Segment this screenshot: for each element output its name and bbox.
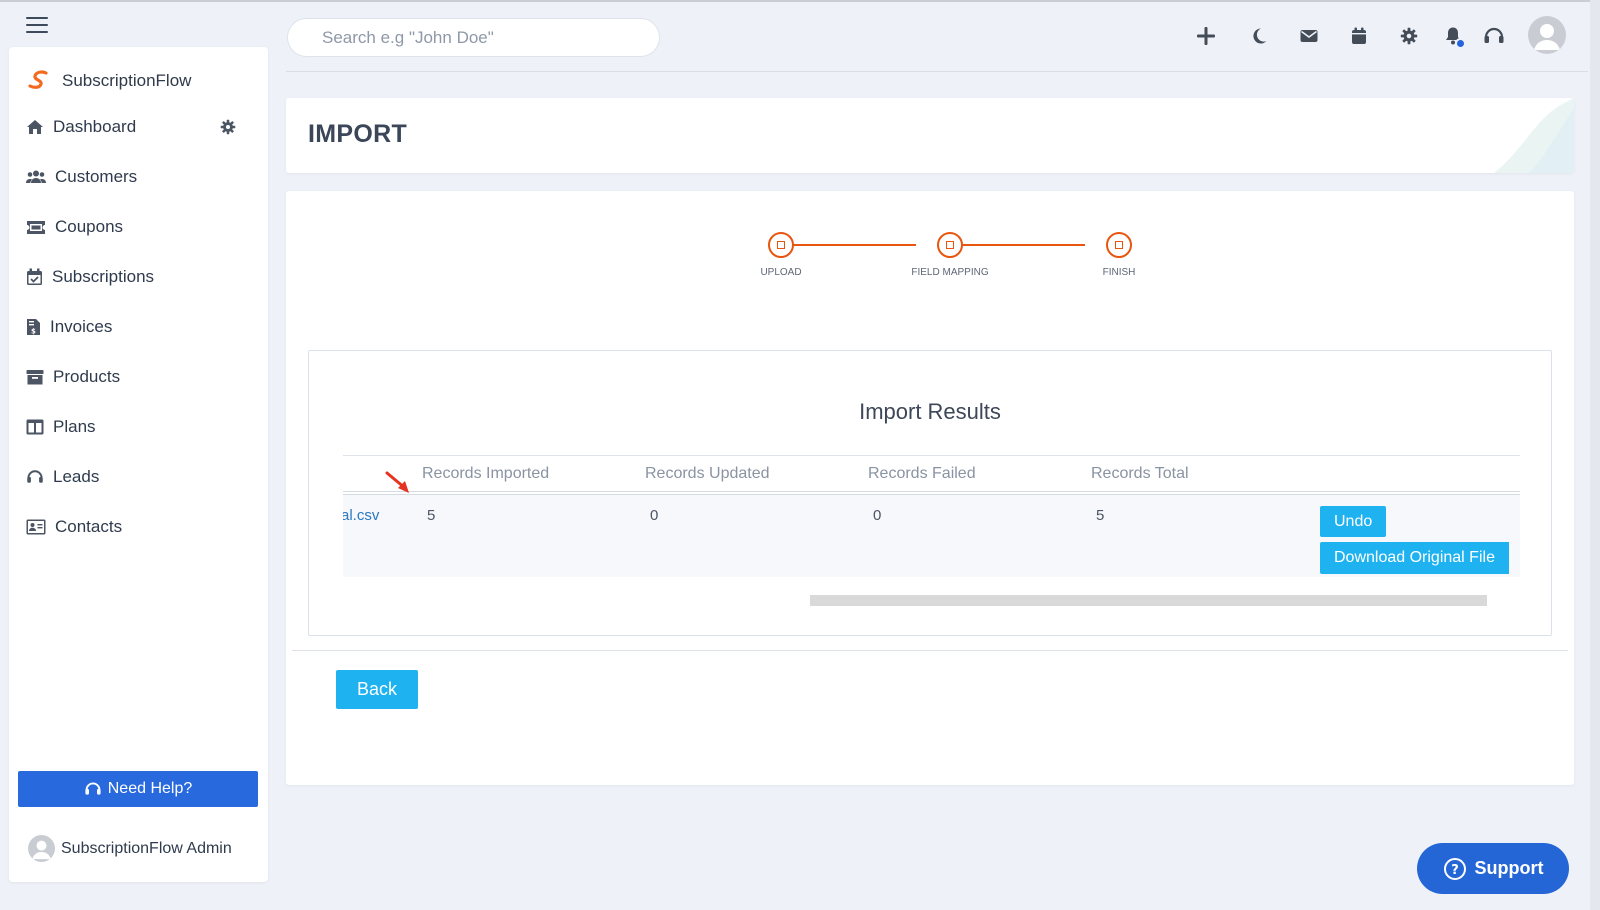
table-top-border [343, 455, 1520, 456]
step-label-upload: UPLOAD [760, 267, 802, 278]
subscriptionflow-logo-icon [28, 70, 48, 89]
table-row: al.csv 5 0 0 5 Undo Download Original Fi… [343, 495, 1520, 577]
topbar-divider [286, 71, 1588, 72]
admin-profile[interactable]: SubscriptionFlow Admin [28, 835, 232, 862]
sidebar-item-customers[interactable]: Customers [26, 160, 256, 194]
page-vertical-scrollbar[interactable] [1590, 0, 1600, 910]
sidebar-item-plans[interactable]: Plans [26, 410, 256, 444]
records-updated-value: 0 [650, 507, 659, 524]
import-results-title: Import Results [859, 399, 1001, 424]
headset-icon [85, 782, 101, 795]
columns-icon [26, 419, 44, 435]
invoice-icon: $ [27, 319, 40, 336]
column-header: Records Failed [868, 465, 976, 482]
headset-icon [27, 470, 43, 483]
bell-icon[interactable] [1439, 22, 1467, 50]
sidebar-item-contacts[interactable]: Contacts [26, 510, 256, 544]
step-field-mapping-marker [937, 232, 963, 258]
users-icon [26, 170, 46, 183]
sidebar-item-label: Invoices [50, 317, 113, 336]
undo-button[interactable]: Undo [1320, 506, 1387, 537]
mail-icon[interactable] [1295, 22, 1323, 50]
records-imported-value: 5 [427, 507, 436, 524]
page-title: IMPORT [308, 120, 408, 148]
records-total-value: 5 [1096, 507, 1105, 524]
calendar-icon[interactable] [1345, 22, 1373, 50]
notification-dot [1455, 38, 1466, 49]
records-failed-value: 0 [873, 507, 882, 524]
back-button[interactable]: Back [336, 670, 418, 709]
sidebar-item-invoices[interactable]: $ Invoices [26, 310, 256, 344]
results-table: Records Imported Records Updated Records… [343, 455, 1520, 577]
sidebar-item-label: Products [53, 367, 121, 386]
header-decoration [1494, 98, 1574, 173]
import-results-panel: Import Results Records Imported Records … [308, 350, 1552, 636]
svg-text:$: $ [31, 328, 36, 336]
address-card-icon [26, 519, 46, 535]
download-original-file-button[interactable]: Download Original File [1320, 542, 1509, 574]
sidebar-item-label: Contacts [55, 517, 123, 536]
need-help-button[interactable]: Need Help? [18, 771, 258, 807]
search-input[interactable] [287, 18, 660, 57]
hamburger-menu-icon[interactable] [26, 17, 48, 33]
admin-name: SubscriptionFlow Admin [61, 839, 232, 857]
sidebar-item-label: Coupons [55, 217, 124, 236]
dashboard-settings-gear-icon[interactable] [220, 119, 236, 139]
svg-text:?: ? [1451, 863, 1459, 878]
stepper-connector [942, 244, 1085, 246]
column-header: Records Updated [645, 465, 770, 482]
sidebar-item-label: Subscriptions [52, 267, 155, 286]
home-icon [27, 120, 43, 134]
sidebar-item-label: Customers [55, 167, 138, 186]
step-upload-marker [768, 232, 794, 258]
brand-name: SubscriptionFlow [62, 71, 192, 90]
archive-icon [26, 370, 44, 385]
annotation-arrow-icon [385, 471, 409, 493]
question-circle-icon: ? [1443, 857, 1466, 880]
stepper-connector [773, 244, 916, 246]
gear-icon[interactable] [1395, 22, 1423, 50]
moon-icon[interactable] [1245, 22, 1273, 50]
step-label-field-mapping: FIELD MAPPING [911, 267, 989, 278]
file-name-link[interactable]: al.csv [343, 507, 379, 524]
page-header: IMPORT [286, 98, 1574, 173]
admin-avatar [28, 835, 55, 862]
sidebar-item-label: Leads [53, 467, 100, 486]
import-card: UPLOAD FIELD MAPPING FINISH Import Resul… [286, 191, 1574, 785]
calendar-check-icon [27, 268, 42, 285]
plus-icon[interactable] [1192, 22, 1220, 50]
sidebar-item-label: Dashboard [53, 117, 137, 136]
headset-icon[interactable] [1480, 22, 1508, 50]
column-header: Records Total [1091, 465, 1189, 482]
sidebar-item-coupons[interactable]: Coupons [26, 210, 256, 244]
support-label: Support [1474, 858, 1544, 878]
sidebar: SubscriptionFlow Dashboard Customers Cou… [9, 47, 268, 882]
step-label-finish: FINISH [1102, 267, 1136, 278]
sidebar-item-products[interactable]: Products [26, 360, 256, 394]
window-top-border [0, 0, 1600, 2]
sidebar-item-subscriptions[interactable]: Subscriptions [26, 260, 256, 294]
horizontal-scrollbar[interactable] [810, 595, 1487, 606]
need-help-label: Need Help? [107, 780, 193, 797]
sidebar-item-leads[interactable]: Leads [26, 460, 256, 494]
user-avatar[interactable] [1528, 16, 1566, 54]
support-button[interactable]: ? Support [1417, 843, 1569, 894]
ticket-icon [27, 220, 45, 234]
brand[interactable]: SubscriptionFlow [28, 69, 191, 93]
sidebar-item-label: Plans [53, 417, 96, 436]
card-divider [292, 650, 1568, 651]
step-finish-marker [1106, 232, 1132, 258]
column-header: Records Imported [422, 465, 550, 482]
